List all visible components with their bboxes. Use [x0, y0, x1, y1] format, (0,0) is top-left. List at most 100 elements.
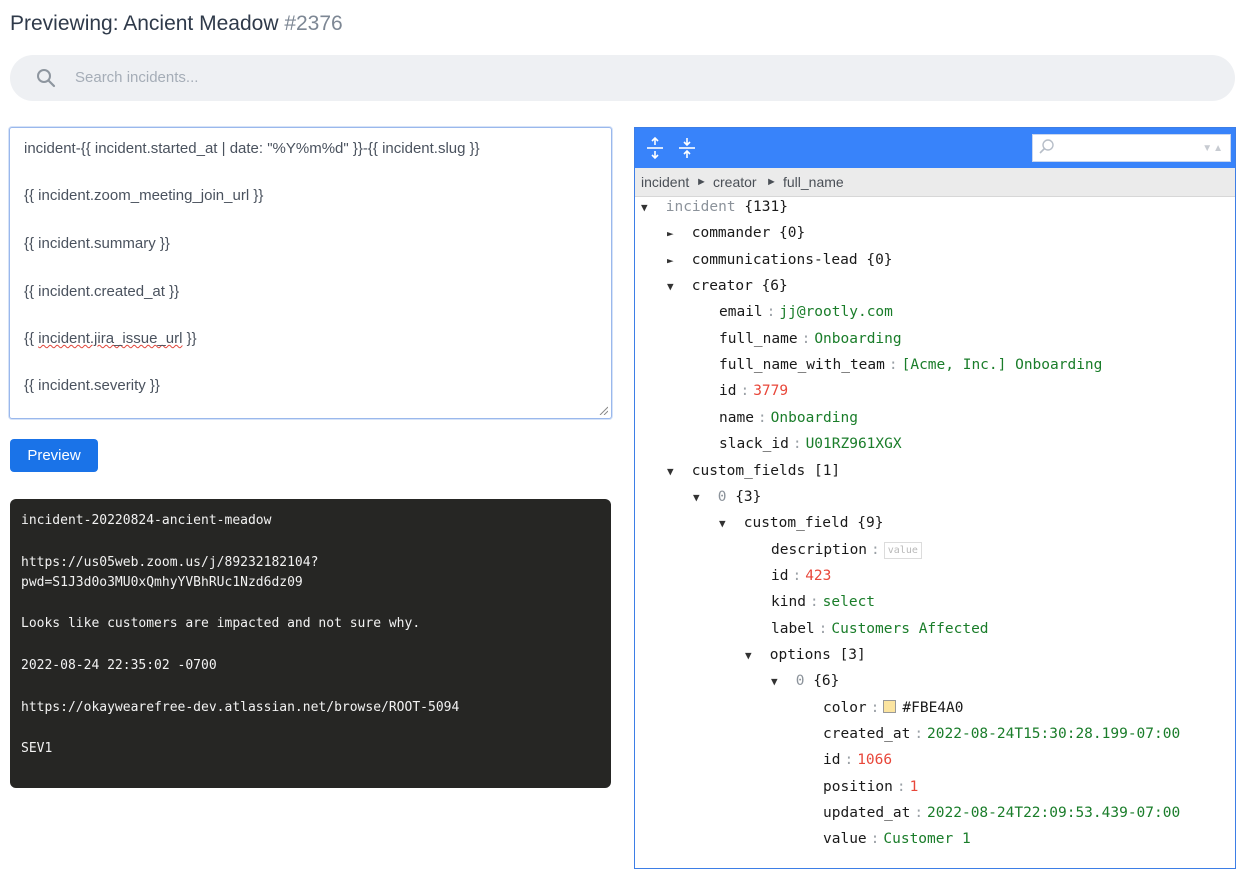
node-key: description	[771, 541, 868, 558]
tree-node[interactable]: ▼ creator {6}	[667, 278, 788, 304]
collapse-toggle-icon[interactable]: ▼	[771, 675, 787, 688]
resize-handle-icon[interactable]	[598, 405, 608, 415]
node-value[interactable]: Customer 1	[883, 831, 970, 847]
key-value-separator: :	[844, 752, 854, 769]
page-title: Previewing: Ancient Meadow #2376	[10, 12, 343, 36]
editor-line: {{ incident.severity }}	[24, 377, 160, 394]
tree-leaf: kind: select	[771, 594, 875, 620]
json-toolbar: ▼▲	[635, 128, 1235, 168]
collapse-toggle-icon[interactable]: ▼	[693, 491, 709, 504]
expand-all-icon[interactable]	[643, 136, 667, 160]
search-nav-arrows-icon[interactable]: ▼▲	[1202, 143, 1224, 154]
template-editor[interactable]: incident-{{ incident.started_at | date: …	[9, 127, 612, 419]
node-key: slack_id	[719, 436, 789, 453]
color-swatch[interactable]	[883, 699, 897, 713]
editor-line: {{ incident.jira_issue_url }}	[24, 330, 197, 347]
tree-node[interactable]: ► communications-lead {0}	[667, 252, 893, 278]
expand-toggle-icon[interactable]: ►	[667, 227, 683, 240]
tree-leaf: position:1	[823, 779, 918, 805]
tree-node[interactable]: ▼ 0 {3}	[693, 489, 761, 515]
node-value[interactable]: 2022-08-24T22:09:53.439-07:00	[927, 805, 1180, 821]
key-value-separator: :	[766, 304, 776, 321]
preview-output: incident-20220824-ancient-meadow https:/…	[10, 499, 611, 788]
editor-line: {{ incident.summary }}	[24, 235, 170, 252]
node-value[interactable]: Onboarding	[814, 331, 901, 347]
key-value-separator: :	[757, 409, 767, 426]
tree-node[interactable]: ▼ 0 {6}	[771, 673, 839, 699]
breadcrumb: incident ► creator ► full_name	[635, 168, 1235, 197]
key-value-separator: :	[914, 726, 924, 742]
key-value-separator: :	[740, 383, 750, 400]
editor-line: incident-{{ incident.started_at | date: …	[24, 140, 480, 157]
tree-leaf: full_name_with_team: [Acme, Inc.] Onboard…	[719, 357, 1102, 383]
key-value-separator: :	[871, 541, 880, 558]
node-value[interactable]: 2022-08-24T15:30:28.199-07:00	[927, 726, 1180, 742]
tree-node[interactable]: ▼ custom_fields [1]	[667, 463, 840, 489]
search-icon	[1039, 139, 1054, 154]
title-text: Previewing: Ancient Meadow	[10, 12, 279, 35]
tree-node[interactable]: ▼ custom_field {9}	[719, 515, 883, 541]
key-value-separator: :	[792, 567, 802, 584]
search-bar[interactable]: Search incidents...	[10, 55, 1235, 101]
node-key: updated_at	[823, 805, 911, 822]
node-key: communications-lead	[691, 251, 858, 268]
node-key: kind	[771, 594, 806, 611]
node-value[interactable]: 1	[910, 779, 919, 795]
node-key: custom_field	[743, 515, 849, 532]
key-value-separator: :	[792, 436, 802, 453]
search-input[interactable]: Search incidents...	[75, 69, 198, 86]
collapse-toggle-icon[interactable]: ▼	[667, 280, 683, 293]
key-value-separator: :	[896, 778, 906, 795]
output-line: https://us05web.zoom.us/j/89232182104?	[21, 555, 319, 570]
json-tree: ▼ incident {131} ► commander {0} ► communi…	[635, 196, 1235, 856]
empty-value-placeholder[interactable]: value	[883, 541, 922, 559]
node-key: options	[769, 646, 831, 663]
node-value[interactable]: select	[823, 594, 875, 610]
collapse-all-icon[interactable]	[675, 136, 699, 160]
breadcrumb-item[interactable]: creator	[713, 174, 757, 190]
key-value-separator: :	[870, 699, 880, 716]
node-key: commander	[691, 225, 771, 242]
node-value[interactable]: [Acme, Inc.] Onboarding	[902, 357, 1103, 373]
node-value[interactable]: 423	[805, 568, 831, 584]
json-search-input[interactable]: ▼▲	[1032, 134, 1231, 162]
tree-leaf: slack_id: U01RZ961XGX	[719, 436, 902, 462]
output-line: incident-20220824-ancient-meadow	[21, 513, 272, 528]
node-key: id	[771, 567, 789, 584]
node-count: {3}	[735, 488, 762, 505]
collapse-toggle-icon[interactable]: ▼	[667, 465, 683, 478]
preview-button[interactable]: Preview	[10, 439, 98, 472]
collapse-toggle-icon[interactable]: ▼	[719, 517, 735, 530]
output-line: https://okaywearefree-dev.atlassian.net/…	[21, 700, 460, 715]
tree-leaf: created_at:2022-08-24T15:30:28.199-07:00	[823, 726, 1180, 752]
node-count: [1]	[813, 462, 841, 479]
collapse-toggle-icon[interactable]: ▼	[641, 201, 657, 214]
tree-leaf: color: #FBE4A0	[823, 699, 964, 726]
node-value[interactable]: Customers Affected	[831, 621, 988, 637]
tree-node[interactable]: ► commander {0}	[667, 225, 805, 251]
tree-leaf: id:423	[771, 568, 831, 594]
breadcrumb-item[interactable]: full_name	[783, 174, 844, 190]
tree-leaf: label: Customers Affected	[771, 621, 989, 647]
collapse-toggle-icon[interactable]: ▼	[745, 649, 761, 662]
tree-node[interactable]: ▼ incident {131}	[641, 199, 788, 225]
node-key: full_name	[719, 330, 798, 347]
node-count: {0}	[779, 225, 806, 242]
tree-leaf: id:1066	[823, 752, 892, 778]
tree-leaf: id:3779	[719, 383, 788, 409]
node-value[interactable]: 3779	[753, 383, 788, 399]
node-key: id	[823, 752, 841, 769]
node-key: custom_fields	[691, 462, 806, 479]
node-value[interactable]: jj@rootly.com	[779, 304, 893, 320]
node-value[interactable]: Onboarding	[771, 410, 858, 426]
node-value[interactable]: U01RZ961XGX	[806, 436, 902, 452]
output-line: Looks like customers are impacted and no…	[21, 616, 421, 631]
breadcrumb-item[interactable]: incident	[641, 174, 689, 190]
expand-toggle-icon[interactable]: ►	[667, 254, 683, 267]
node-key: label	[771, 620, 815, 637]
key-value-separator: :	[914, 805, 924, 822]
node-count: {131}	[744, 199, 788, 215]
node-value[interactable]: #FBE4A0	[902, 700, 963, 716]
node-value[interactable]: 1066	[857, 752, 892, 768]
tree-node[interactable]: ▼ options [3]	[745, 647, 866, 673]
